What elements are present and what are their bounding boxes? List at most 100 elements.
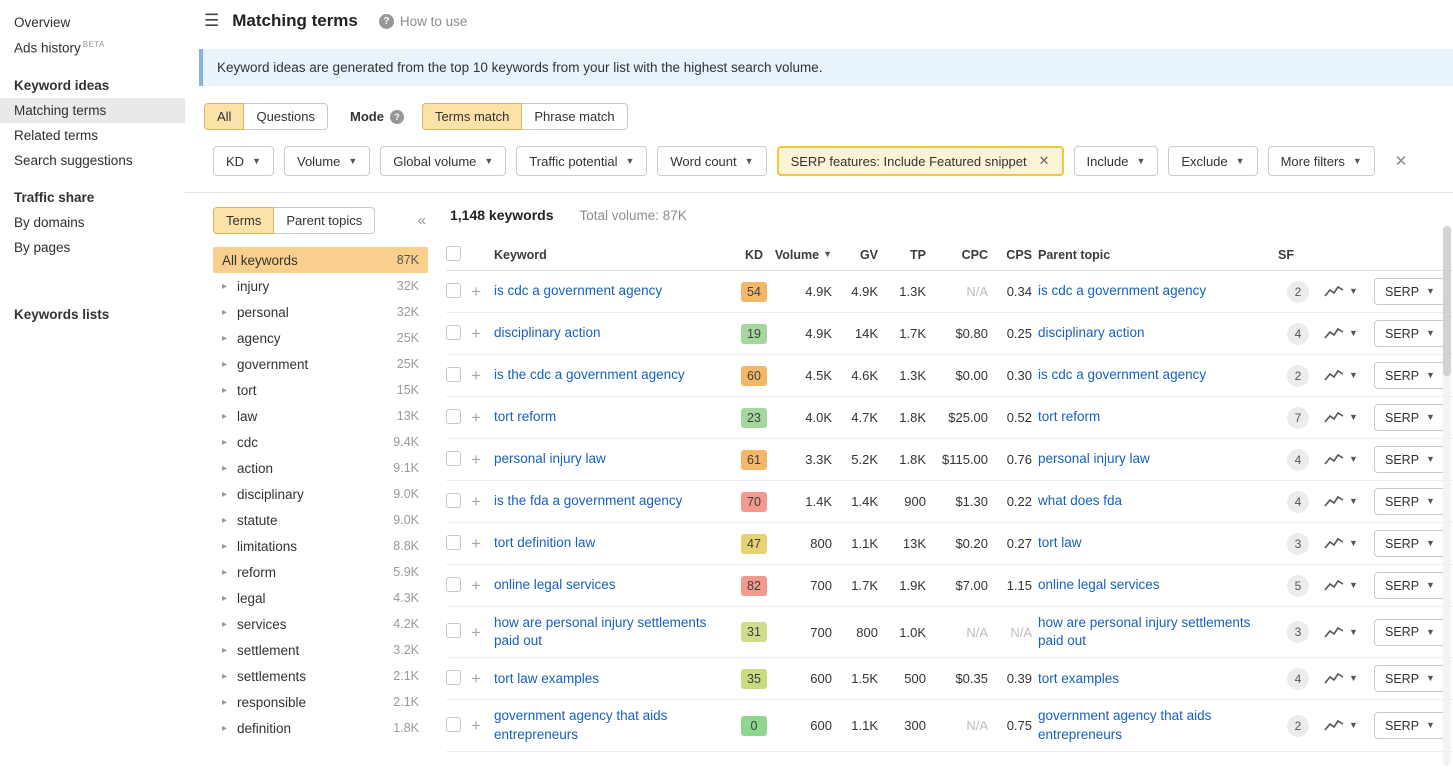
serp-button[interactable]: SERP▼: [1374, 320, 1446, 347]
keyword-trend-button[interactable]: ▼: [1318, 626, 1374, 639]
filter-more-filters[interactable]: More filters▼: [1268, 146, 1375, 176]
tab-terms-match[interactable]: Terms match: [422, 103, 522, 130]
filter-traffic-potential[interactable]: Traffic potential▼: [516, 146, 647, 176]
col-keyword[interactable]: Keyword: [494, 248, 734, 262]
keyword-link[interactable]: is cdc a government agency: [494, 283, 662, 298]
expand-triangle-icon[interactable]: ▸: [222, 671, 234, 682]
serp-button[interactable]: SERP▼: [1374, 572, 1446, 599]
tab-phrase-match[interactable]: Phrase match: [521, 103, 627, 130]
parent-topic-link[interactable]: what does fda: [1038, 493, 1122, 508]
keyword-link[interactable]: government agency that aids entrepreneur…: [494, 708, 667, 741]
hamburger-menu-icon[interactable]: ☰: [204, 11, 219, 31]
expand-triangle-icon[interactable]: ▸: [222, 307, 234, 318]
keyword-link[interactable]: is the cdc a government agency: [494, 367, 685, 382]
expand-triangle-icon[interactable]: ▸: [222, 593, 234, 604]
remove-serp-filter-icon[interactable]: ✕: [1039, 153, 1050, 169]
row-checkbox[interactable]: [446, 409, 461, 424]
sidebar-item-overview[interactable]: Overview: [0, 10, 185, 35]
row-checkbox[interactable]: [446, 623, 461, 638]
expand-triangle-icon[interactable]: ▸: [222, 697, 234, 708]
mode-help-icon[interactable]: ?: [390, 110, 404, 124]
col-volume[interactable]: Volume▼: [774, 248, 838, 262]
term-item[interactable]: ▸agency25K: [213, 325, 428, 351]
parent-topic-link[interactable]: government agency that aids entrepreneur…: [1038, 708, 1211, 741]
serp-button[interactable]: SERP▼: [1374, 712, 1446, 739]
tab-all[interactable]: All: [204, 103, 244, 130]
parent-topic-link[interactable]: personal injury law: [1038, 451, 1150, 466]
keyword-link[interactable]: tort definition law: [494, 535, 595, 550]
row-checkbox[interactable]: [446, 670, 461, 685]
expand-triangle-icon[interactable]: ▸: [222, 541, 234, 552]
filter-exclude[interactable]: Exclude▼: [1168, 146, 1257, 176]
serp-button[interactable]: SERP▼: [1374, 488, 1446, 515]
keyword-link[interactable]: personal injury law: [494, 451, 606, 466]
row-checkbox[interactable]: [446, 367, 461, 382]
add-to-list-icon[interactable]: +: [468, 717, 494, 734]
row-checkbox[interactable]: [446, 493, 461, 508]
keyword-trend-button[interactable]: ▼: [1318, 327, 1374, 340]
serp-button[interactable]: SERP▼: [1374, 530, 1446, 557]
expand-triangle-icon[interactable]: ▸: [222, 411, 234, 422]
expand-triangle-icon[interactable]: ▸: [222, 645, 234, 656]
sidebar-item-search-suggestions[interactable]: Search suggestions: [0, 148, 185, 173]
add-to-list-icon[interactable]: +: [468, 409, 494, 426]
scrollbar-thumb[interactable]: [1443, 226, 1451, 376]
expand-triangle-icon[interactable]: ▸: [222, 359, 234, 370]
col-kd[interactable]: KD: [734, 248, 774, 262]
add-to-list-icon[interactable]: +: [468, 451, 494, 468]
term-item[interactable]: ▸disciplinary9.0K: [213, 481, 428, 507]
filter-kd[interactable]: KD▼: [213, 146, 274, 176]
expand-triangle-icon[interactable]: ▸: [222, 463, 234, 474]
add-to-list-icon[interactable]: +: [468, 325, 494, 342]
term-item[interactable]: ▸injury32K: [213, 273, 428, 299]
term-item[interactable]: ▸government25K: [213, 351, 428, 377]
add-to-list-icon[interactable]: +: [468, 577, 494, 594]
row-checkbox[interactable]: [446, 717, 461, 732]
sidebar-item-by-domains[interactable]: By domains: [0, 210, 185, 235]
keyword-link[interactable]: online legal services: [494, 577, 616, 592]
sidebar-item-ads-history[interactable]: Ads historyBETA: [0, 35, 185, 61]
add-to-list-icon[interactable]: +: [468, 493, 494, 510]
parent-topic-link[interactable]: tort examples: [1038, 671, 1119, 686]
expand-triangle-icon[interactable]: ▸: [222, 723, 234, 734]
vertical-scrollbar[interactable]: [1443, 226, 1451, 766]
col-gv[interactable]: GV: [838, 248, 884, 262]
expand-triangle-icon[interactable]: ▸: [222, 489, 234, 500]
serp-button[interactable]: SERP▼: [1374, 619, 1446, 646]
term-item[interactable]: ▸reform5.9K: [213, 559, 428, 585]
tab-questions[interactable]: Questions: [243, 103, 328, 130]
term-item[interactable]: ▸cdc9.4K: [213, 429, 428, 455]
serp-button[interactable]: SERP▼: [1374, 665, 1446, 692]
parent-topic-link[interactable]: tort law: [1038, 535, 1082, 550]
col-parent-topic[interactable]: Parent topic: [1038, 248, 1278, 262]
term-item[interactable]: ▸action9.1K: [213, 455, 428, 481]
term-item[interactable]: ▸statute9.0K: [213, 507, 428, 533]
filter-word-count[interactable]: Word count▼: [657, 146, 766, 176]
sidebar-item-matching-terms[interactable]: Matching terms: [0, 98, 185, 123]
tab-terms[interactable]: Terms: [213, 207, 274, 234]
keyword-trend-button[interactable]: ▼: [1318, 285, 1374, 298]
parent-topic-link[interactable]: is cdc a government agency: [1038, 283, 1206, 298]
col-sf[interactable]: SF: [1278, 248, 1318, 262]
expand-triangle-icon[interactable]: ▸: [222, 515, 234, 526]
filter-global-volume[interactable]: Global volume▼: [380, 146, 506, 176]
sidebar-item-by-pages[interactable]: By pages: [0, 235, 185, 260]
filter-include[interactable]: Include▼: [1074, 146, 1159, 176]
col-cpc[interactable]: CPC: [932, 248, 994, 262]
parent-topic-link[interactable]: how are personal injury settlements paid…: [1038, 615, 1250, 648]
keyword-trend-button[interactable]: ▼: [1318, 369, 1374, 382]
term-item[interactable]: ▸responsible2.1K: [213, 689, 428, 715]
term-item[interactable]: ▸legal4.3K: [213, 585, 428, 611]
collapse-panel-icon[interactable]: «: [418, 212, 428, 229]
col-cps[interactable]: CPS: [994, 248, 1038, 262]
row-checkbox[interactable]: [446, 283, 461, 298]
add-to-list-icon[interactable]: +: [468, 367, 494, 384]
add-to-list-icon[interactable]: +: [468, 670, 494, 687]
keyword-trend-button[interactable]: ▼: [1318, 495, 1374, 508]
serp-button[interactable]: SERP▼: [1374, 362, 1446, 389]
term-item[interactable]: ▸services4.2K: [213, 611, 428, 637]
keyword-link[interactable]: tort reform: [494, 409, 556, 424]
col-tp[interactable]: TP: [884, 248, 932, 262]
how-to-use-link[interactable]: ? How to use: [379, 14, 468, 29]
keyword-trend-button[interactable]: ▼: [1318, 672, 1374, 685]
